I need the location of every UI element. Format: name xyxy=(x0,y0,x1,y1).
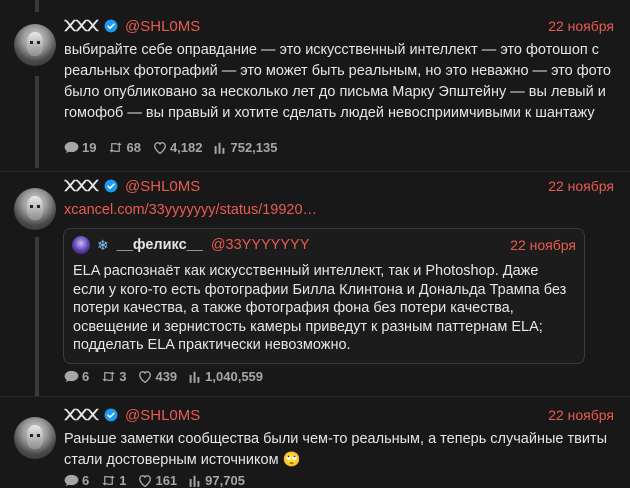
quote-header: ❄ __феликс__ @33YYYYYYY 22 ноября xyxy=(72,235,576,255)
reply-icon xyxy=(64,370,79,383)
tweet-1[interactable]: ᙭᙭᙭ @SHL0MS 22 ноября выбирайте себе опр… xyxy=(0,0,630,172)
snowflake-icon: ❄ xyxy=(97,236,109,253)
retweet-count: 1 xyxy=(119,473,127,488)
tweet-3[interactable]: ᙭᙭᙭ @SHL0MS 22 ноября Раньше заметки соо… xyxy=(0,397,630,488)
retweet-stat[interactable]: 68 xyxy=(108,140,141,155)
like-count: 4,182 xyxy=(169,140,203,155)
retweet-icon xyxy=(102,475,115,486)
like-count: 439 xyxy=(155,369,178,384)
tweet-date[interactable]: 22 ноября xyxy=(548,18,614,34)
like-stat[interactable]: 439 xyxy=(138,369,177,384)
author-handle[interactable]: @SHL0MS xyxy=(125,407,200,424)
retweet-count: 68 xyxy=(126,140,141,155)
tweet-date[interactable]: 22 ноября xyxy=(548,178,614,194)
views-count: 752,135 xyxy=(230,140,278,155)
reply-stat[interactable]: 19 xyxy=(64,140,96,155)
verified-badge-icon xyxy=(104,408,118,422)
views-chart-icon xyxy=(189,475,200,487)
display-name[interactable]: ᙭᙭᙭ xyxy=(64,177,99,195)
quote-display-name[interactable]: __феликс__ xyxy=(117,237,203,253)
tweet-header: ᙭᙭᙭ @SHL0MS 22 ноября xyxy=(64,176,614,196)
retweet-stat[interactable]: 1 xyxy=(101,473,126,488)
verified-badge-icon xyxy=(104,19,118,33)
tweet-2[interactable]: ᙭᙭᙭ @SHL0MS 22 ноября xcancel.com/33yyyy… xyxy=(0,172,630,397)
heart-icon xyxy=(139,475,152,487)
views-stat[interactable]: 97,705 xyxy=(189,473,245,488)
views-stat[interactable]: 1,040,559 xyxy=(189,369,263,384)
tweet-header: ᙭᙭᙭ @SHL0MS 22 ноября xyxy=(64,16,614,36)
author-handle[interactable]: @SHL0MS xyxy=(125,18,200,35)
heart-icon xyxy=(153,142,166,154)
like-count: 161 xyxy=(155,473,178,488)
quote-tweet[interactable]: ❄ __феликс__ @33YYYYYYY 22 ноября ELA ра… xyxy=(63,228,585,364)
quote-date[interactable]: 22 ноября xyxy=(510,237,576,253)
tweet-stats: 19 68 4,182 752,135 xyxy=(64,140,289,155)
retweet-stat[interactable]: 3 xyxy=(101,369,126,384)
reply-stat[interactable]: 6 xyxy=(64,473,89,488)
tweet-text: выбирайте себе оправдание — это искусств… xyxy=(64,42,611,121)
heart-icon xyxy=(139,371,152,383)
verified-badge-icon xyxy=(104,179,118,193)
views-count: 97,705 xyxy=(205,473,245,488)
like-stat[interactable]: 161 xyxy=(138,473,177,488)
reply-icon xyxy=(64,474,79,487)
tweet-stats: 6 3 439 1,040,559 xyxy=(64,369,275,384)
tweet-text: Раньше заметки сообщества были чем-то ре… xyxy=(64,431,607,468)
views-stat[interactable]: 752,135 xyxy=(214,140,277,155)
author-handle[interactable]: @SHL0MS xyxy=(125,178,200,195)
tweet-date[interactable]: 22 ноября xyxy=(548,407,614,423)
reply-count: 19 xyxy=(82,140,97,155)
display-name[interactable]: ᙭᙭᙭ xyxy=(64,17,99,35)
display-name[interactable]: ᙭᙭᙭ xyxy=(64,406,99,424)
alien-face-icon[interactable] xyxy=(14,24,56,66)
reply-icon xyxy=(64,141,79,154)
views-chart-icon xyxy=(215,142,225,154)
views-count: 1,040,559 xyxy=(205,369,264,384)
alien-face-icon[interactable] xyxy=(14,188,56,230)
quote-handle[interactable]: @33YYYYYYY xyxy=(211,237,310,253)
retweet-icon xyxy=(109,142,123,153)
retweet-count: 3 xyxy=(119,369,127,384)
quote-text: ELA распознаёт как искусственный интелле… xyxy=(73,263,567,353)
reply-count: 6 xyxy=(82,473,90,488)
like-stat[interactable]: 4,182 xyxy=(153,140,203,155)
tweet-link[interactable]: xcancel.com/33yyyyyyy/status/19920… xyxy=(64,200,614,221)
views-chart-icon xyxy=(189,371,200,383)
tweet-stats: 6 1 161 97,705 xyxy=(64,473,257,488)
tweet-header: ᙭᙭᙭ @SHL0MS 22 ноября xyxy=(64,405,614,425)
quote-avatar-icon[interactable] xyxy=(72,236,90,254)
reply-count: 6 xyxy=(82,369,90,384)
reply-stat[interactable]: 6 xyxy=(64,369,89,384)
retweet-icon xyxy=(102,371,115,382)
alien-face-icon[interactable] xyxy=(14,417,56,459)
